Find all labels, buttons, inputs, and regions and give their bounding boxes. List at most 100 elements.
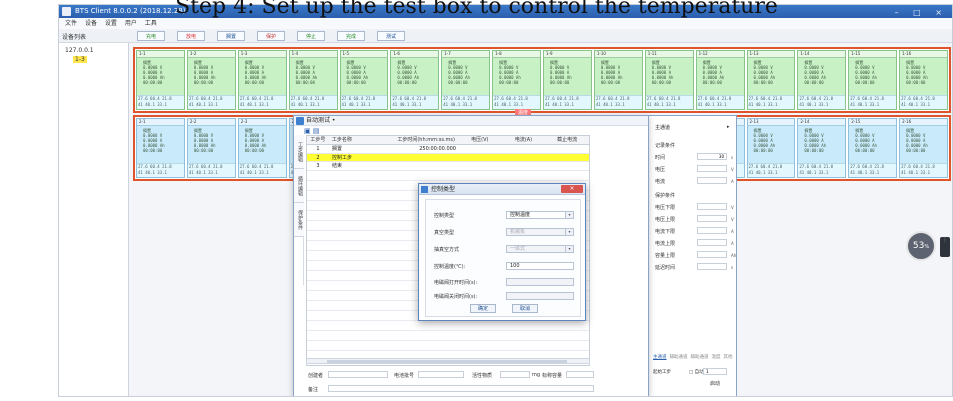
channel-cell[interactable]: 1-13 搁置 0.0000 V 0.0000 A 0.0000 Ah 00:00…: [746, 50, 796, 110]
channel-cell[interactable]: 1-4 搁置 0.0000 V 0.0000 A 0.0000 Ah 00:00:…: [288, 50, 338, 110]
channel-cell-id: 2-15: [849, 119, 897, 126]
menu-item-settings[interactable]: 设备: [85, 20, 97, 27]
chevron-down-icon[interactable]: ▾: [565, 246, 573, 252]
channel-cell-aux: 27.6 60.4 21.8 41 40.1 33.1: [900, 95, 947, 109]
channel-cell[interactable]: 2-2 搁置 0.0000 V 0.0000 A 0.0000 Ah 00:00:…: [186, 118, 236, 178]
tab-aux-1[interactable]: 辅助通道: [670, 355, 688, 360]
menu-item-user[interactable]: 设置: [105, 20, 117, 27]
panel-arrow-icon[interactable]: ▸: [727, 124, 730, 130]
valve-open-time-input[interactable]: [506, 278, 574, 286]
channel-cell[interactable]: 1-10 搁置 0.0000 V 0.0000 A 0.0000 Ah 00:00…: [593, 50, 643, 110]
channel-cell-id: 2-2: [187, 119, 235, 126]
current-lower-input[interactable]: [697, 227, 727, 234]
channel-cell-readings: 搁置 0.0000 V 0.0000 A 0.0000 Ah 00:00:00: [855, 60, 877, 85]
menu-item-help[interactable]: 工具: [145, 20, 157, 27]
start-step-spinner[interactable]: 1: [703, 368, 727, 375]
channel-cell-aux: 27.6 60.4 21.8 41 40.1 33.1: [798, 163, 846, 177]
channel-cell[interactable]: 2-15 搁置 0.0000 V 0.0000 A 0.0000 Ah 00:00…: [848, 118, 898, 178]
channel-cell[interactable]: 1-14 搁置 0.0000 V 0.0000 A 0.0000 Ah 00:00…: [797, 50, 847, 110]
chevron-down-icon[interactable]: ▾: [565, 212, 573, 218]
channel-cell[interactable]: 2-14 搁置 0.0000 V 0.0000 A 0.0000 Ah 00:00…: [797, 118, 847, 178]
toolbar-button-1[interactable]: 充电: [137, 31, 165, 41]
vtab-1[interactable]: 工步编辑: [294, 135, 304, 169]
channel-cell-readings: 搁置 0.0000 V 0.0000 A 0.0000 Ah 00:00:00: [804, 60, 827, 85]
channel-cell[interactable]: 2-1 搁置 0.0000 V 0.0000 A 0.0000 Ah 00:00:…: [136, 118, 185, 178]
creator-input[interactable]: [328, 371, 388, 378]
channel-cell-id: 1-1: [137, 51, 184, 58]
channel-cell-readings: 搁置 0.0000 V 0.0000 A 0.0000 Ah 00:00:00: [295, 60, 318, 85]
vacuum-type-select[interactable]: 机械泵 ▾: [506, 228, 574, 236]
tab-main[interactable]: 主通道: [653, 355, 667, 360]
active-material-input[interactable]: [500, 371, 530, 378]
horizontal-scrollbar[interactable]: [306, 358, 590, 364]
control-type-select[interactable]: 控制温度 ▾: [506, 211, 574, 219]
channel-cell[interactable]: 1-12 搁置 0.0000 V 0.0000 A 0.0000 Ah 00:00…: [695, 50, 745, 110]
cancel-button[interactable]: 取消: [512, 304, 538, 313]
toolbar-button-2[interactable]: 放电: [177, 31, 205, 41]
channel-cell-aux: 27.6 60.4 21.8 41 40.1 33.1: [238, 163, 286, 177]
channel-cell[interactable]: 1-8 搁置 0.0000 V 0.0000 A 0.0000 Ah 00:00:…: [492, 50, 541, 110]
vtab-3[interactable]: 保护条件: [294, 203, 304, 237]
label-voltage: 电压: [655, 167, 666, 173]
channel-cell-readings: 搁置 0.0000 V 0.0000 A 0.0000 Ah 00:00:00: [753, 60, 776, 85]
channel-cell[interactable]: 1-16 搁置 0.0000 V 0.0000 A 0.0000 Ah 00:00…: [899, 50, 948, 110]
tab-aux-2[interactable]: 辅助通道: [691, 355, 709, 360]
time-input[interactable]: 30: [697, 153, 727, 160]
capacity-upper-input[interactable]: [697, 251, 727, 258]
toolbar-button-3[interactable]: 搁置: [217, 31, 245, 41]
voltage-upper-input[interactable]: [697, 215, 727, 222]
current-input[interactable]: [697, 177, 727, 184]
current-upper-input[interactable]: [697, 239, 727, 246]
auto-test-tool-icons[interactable]: ▣ ▤: [304, 127, 319, 135]
close-button[interactable]: ×: [561, 185, 583, 193]
battery-no-input[interactable]: [418, 371, 464, 378]
table-row-selected[interactable]: 2 控制工步: [307, 153, 589, 162]
toolbar-button-5[interactable]: 停止: [297, 31, 325, 41]
chevron-down-icon[interactable]: ▾: [565, 229, 573, 235]
channel-cell[interactable]: 2-13 搁置 0.0000 V 0.0000 A 0.0000 Ah 00:00…: [746, 118, 796, 178]
scrollbar-thumb[interactable]: [327, 360, 567, 363]
toolbar-button-6[interactable]: 完成: [337, 31, 365, 41]
channel-cell[interactable]: 1-6 搁置 0.0000 V 0.0000 A 0.0000 Ah 00:00:…: [390, 50, 440, 110]
channel-cell[interactable]: 2-16 搁置 0.0000 V 0.0000 A 0.0000 Ah 00:00…: [899, 118, 948, 178]
voltage-lower-input[interactable]: [697, 203, 727, 210]
channel-cell[interactable]: 1-2 搁置 0.0000 V 0.0000 A 0.0000 Ah 00:00:…: [186, 50, 236, 110]
delay-time-input[interactable]: [697, 263, 727, 270]
channel-cell[interactable]: 1-9 搁置 0.0000 V 0.0000 A 0.0000 Ah 00:00:…: [543, 50, 592, 110]
toolbar-button-4[interactable]: 保护: [257, 31, 285, 41]
table-row[interactable]: 3 结束: [307, 162, 589, 171]
channel-cell-aux: 27.6 60.4 21.8 41 40.1 33.1: [747, 95, 795, 109]
tree-node-device[interactable]: 127.0.0.1: [65, 47, 94, 54]
channel-cell[interactable]: 1-3 搁置 0.0000 V 0.0000 A 0.0000 Ah 00:00:…: [237, 50, 287, 110]
channel-cell[interactable]: 1-1 搁置 0.0000 V 0.0000 A 0.0000 Ah 00:00:…: [136, 50, 185, 110]
channel-cell-readings: 搁置 0.0000 V 0.0000 A 0.0000 Ah 00:00:00: [143, 128, 165, 153]
ok-button[interactable]: 确定: [470, 304, 496, 313]
nominal-capacity-input[interactable]: [566, 371, 594, 378]
control-type-icon: [421, 186, 428, 193]
voltage-input[interactable]: [697, 165, 727, 172]
tab-other[interactable]: 其他: [724, 355, 733, 360]
channel-cell-aux: 27.6 60.4 21.8 41 40.1 33.1: [442, 95, 490, 109]
tab-temperature[interactable]: 温度: [712, 355, 721, 360]
channel-cell[interactable]: 1-15 搁置 0.0000 V 0.0000 A 0.0000 Ah 00:00…: [848, 50, 898, 110]
vtab-2[interactable]: 循环编辑: [294, 169, 304, 203]
channel-cell[interactable]: 1-7 搁置 0.0000 V 0.0000 A 0.0000 Ah 00:00:…: [441, 50, 491, 110]
vacuum-mode-select[interactable]: 一体式 ▾: [506, 245, 574, 253]
channel-cell[interactable]: 2-3 搁置 0.0000 V 0.0000 A 0.0000 Ah 00:00:…: [237, 118, 287, 178]
toolbar-button-7[interactable]: 测试: [377, 31, 405, 41]
more-icon[interactable]: ⋮: [940, 237, 950, 257]
progress-bubble[interactable]: 53%: [906, 231, 936, 261]
valve-close-time-input[interactable]: [506, 292, 574, 300]
menu-item-tools[interactable]: 用户: [125, 20, 137, 27]
channel-cell[interactable]: 1-11 搁置 0.0000 V 0.0000 A 0.0000 Ah 00:00…: [644, 50, 694, 110]
channel-cell-id: 2-14: [798, 119, 846, 126]
control-temperature-input[interactable]: 100: [506, 262, 574, 270]
channel-cell[interactable]: 1-5 搁置 0.0000 V 0.0000 A 0.0000 Ah 00:00:…: [339, 50, 389, 110]
start-button[interactable]: 启动: [703, 380, 727, 388]
menu-item-file[interactable]: 文件: [65, 20, 77, 27]
channel-cell-aux: 27.6 60.4 21.8 41 40.1 33.1: [544, 95, 591, 109]
col-current: 电流(A): [514, 137, 533, 143]
table-row[interactable]: 1 搁置 250:00:00.000: [307, 145, 589, 154]
remark-input[interactable]: [328, 385, 594, 392]
tree-node-channel[interactable]: 1-3: [73, 56, 87, 63]
